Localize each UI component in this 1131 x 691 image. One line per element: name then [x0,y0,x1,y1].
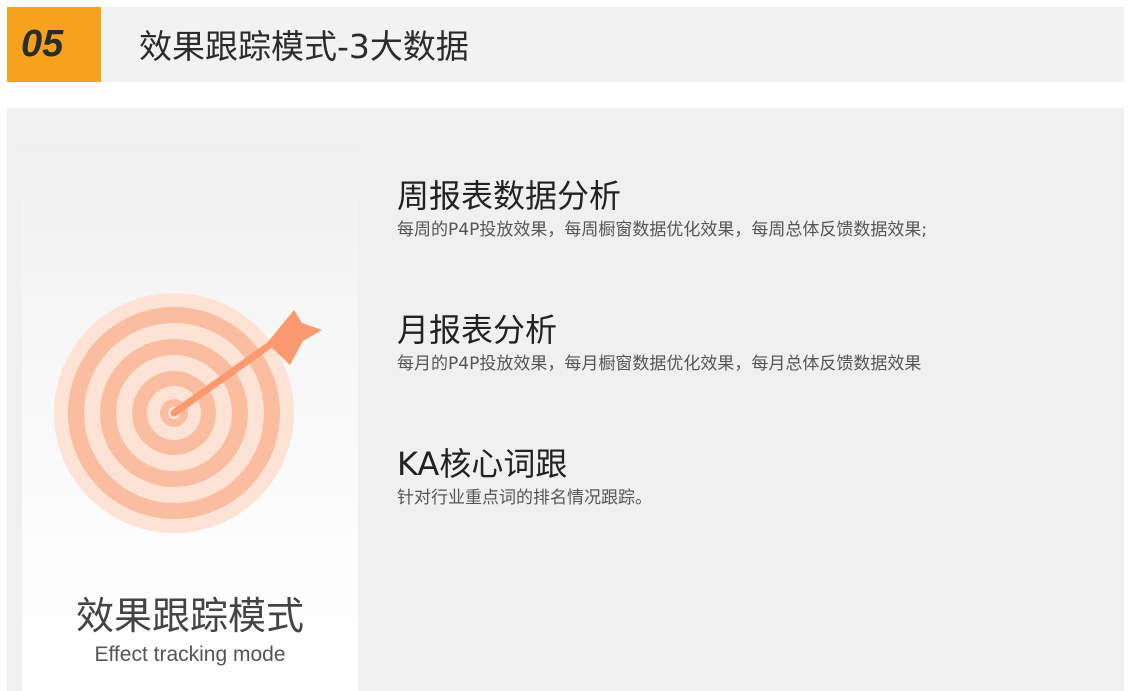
mode-subtitle: Effect tracking mode [94,643,286,666]
feature-description: 每月的P4P投放效果，每月橱窗数据优化效果，每月总体反馈数据效果 [397,354,922,374]
feature-ka-keyword-tracking: KA核心词跟 针对行业重点词的排名情况跟踪。 [397,444,1097,510]
feature-monthly-report: 月报表分析 每月的P4P投放效果，每月橱窗数据优化效果，每月总体反馈数据效果 [397,310,1097,376]
content-panel: 效果跟踪模式 Effect tracking mode 周报表数据分析 每周的P… [7,108,1124,691]
feature-description: 每周的P4P投放效果，每周橱窗数据优化效果，每周总体反馈数据效果; [397,220,928,240]
mode-card: 效果跟踪模式 Effect tracking mode [22,143,358,691]
section-header: 05 效果跟踪模式-3大数据 [7,7,1124,82]
target-arrow-icon [54,293,322,533]
feature-description: 针对行业重点词的排名情况跟踪。 [397,488,652,508]
section-title: 效果跟踪模式-3大数据 [139,27,469,66]
feature-title: 周报表数据分析 [397,177,622,215]
mode-title: 效果跟踪模式 [75,594,304,638]
feature-title: KA核心词跟 [397,445,568,483]
feature-title: 月报表分析 [397,311,558,349]
feature-weekly-report: 周报表数据分析 每周的P4P投放效果，每周橱窗数据优化效果，每周总体反馈数据效果… [397,176,1097,242]
section-number-badge: 05 [7,7,101,82]
